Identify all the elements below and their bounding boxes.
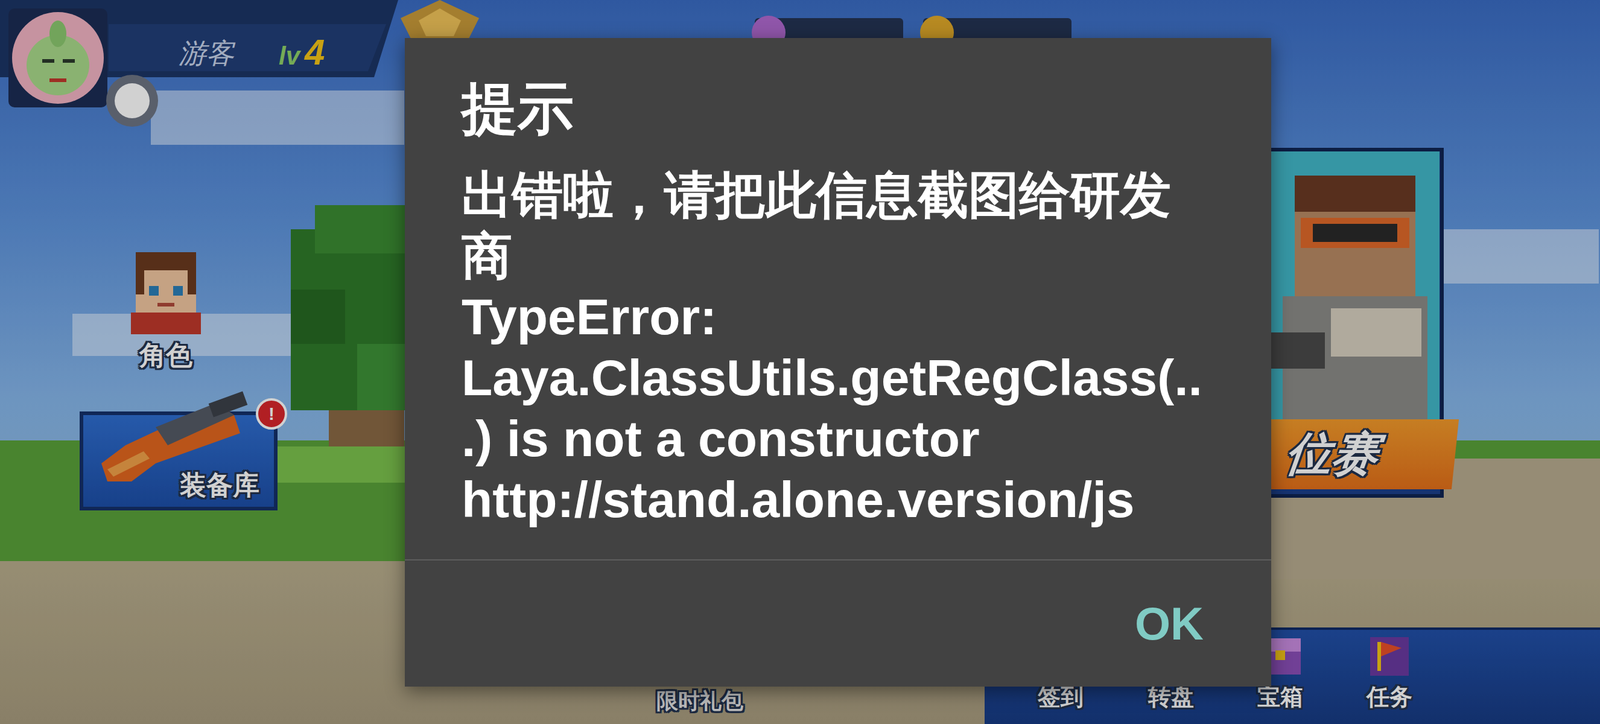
dialog-body: 提示出错啦，请把此信息截图给研发商TypeError: Laya.ClassUt… xyxy=(404,38,1272,560)
dialog-separator xyxy=(404,559,1272,561)
message-line: TypeError: Laya.ClassUtils.getRegClass(.… xyxy=(461,286,1215,531)
dialog-footer: OK xyxy=(404,560,1272,687)
error-dialog: 提示出错啦，请把此信息截图给研发商TypeError: Laya.ClassUt… xyxy=(404,38,1272,687)
ok-button[interactable]: OK xyxy=(1127,585,1211,662)
dialog-title: 提示 xyxy=(461,75,1215,143)
dialog-message: 出错啦，请把此信息截图给研发商TypeError: Laya.ClassUtil… xyxy=(461,164,1215,531)
message-line: 出错啦，请把此信息截图给研发商 xyxy=(461,164,1215,287)
